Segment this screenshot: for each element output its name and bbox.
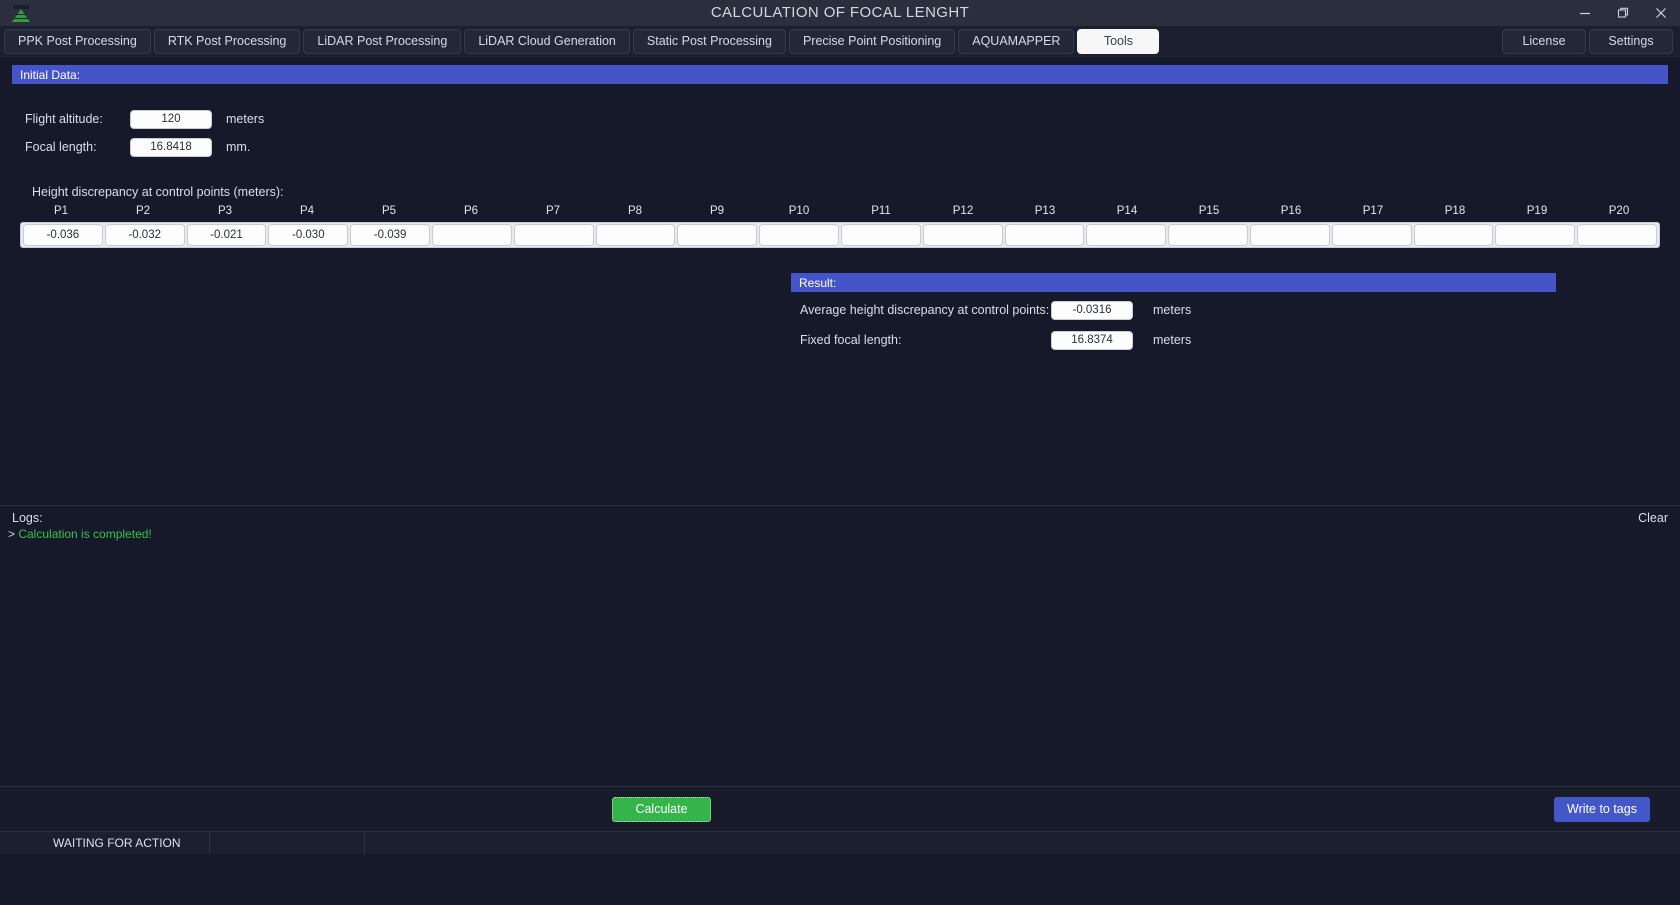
- control-point-input[interactable]: [1249, 224, 1330, 246]
- write-to-tags-button[interactable]: Write to tags: [1554, 796, 1650, 822]
- control-point-input[interactable]: [104, 224, 185, 246]
- control-point-header: P1: [53, 205, 69, 217]
- flight-altitude-label: Flight altitude:: [25, 112, 103, 126]
- logs-list: > Calculation is completed!: [0, 525, 1680, 541]
- drone-logo-icon: [10, 3, 32, 23]
- result-header: Result:: [791, 273, 1556, 292]
- tab-lidar-post-processing[interactable]: LiDAR Post Processing: [303, 28, 462, 54]
- control-point-input[interactable]: [677, 224, 758, 246]
- log-entry-message: Calculation is completed!: [18, 527, 152, 541]
- control-point-input[interactable]: [922, 224, 1003, 246]
- average-discrepancy-output[interactable]: [1051, 300, 1133, 320]
- tab-aquamapper[interactable]: AQUAMAPPER: [958, 28, 1075, 54]
- control-point-input[interactable]: [1086, 224, 1167, 246]
- flight-altitude-input[interactable]: [130, 109, 212, 129]
- control-point-header: P10: [788, 205, 810, 217]
- control-point-input[interactable]: [1577, 224, 1657, 246]
- fixed-focal-length-row: Fixed focal length: meters: [791, 328, 1556, 352]
- window-controls: [1566, 0, 1680, 26]
- control-point-input[interactable]: [268, 224, 349, 246]
- control-point-input[interactable]: [1495, 224, 1576, 246]
- control-point-header: P6: [463, 205, 479, 217]
- control-points-caption: Height discrepancy at control points (me…: [32, 185, 284, 199]
- control-point-header: P9: [709, 205, 725, 217]
- control-point-header: P15: [1198, 205, 1220, 217]
- focal-length-input[interactable]: [130, 137, 212, 157]
- average-discrepancy-unit: meters: [1153, 303, 1192, 317]
- initial-data-header: Initial Data:: [12, 65, 1668, 84]
- control-point-header: P14: [1116, 205, 1138, 217]
- control-point-header: P11: [871, 205, 891, 217]
- title-bar: CALCULATION OF FOCAL LENGHT: [0, 0, 1680, 26]
- logs-panel: Logs: Clear > Calculation is completed!: [0, 505, 1680, 786]
- control-point-input[interactable]: [595, 224, 676, 246]
- minimize-icon[interactable]: [1566, 0, 1604, 26]
- average-discrepancy-row: Average height discrepancy at control po…: [791, 298, 1556, 322]
- control-point-header: P7: [545, 205, 561, 217]
- status-text: WAITING FOR ACTION: [0, 831, 210, 855]
- control-point-header: P18: [1444, 205, 1466, 217]
- control-point-input[interactable]: [1004, 224, 1085, 246]
- tab-tools[interactable]: Tools: [1077, 28, 1160, 54]
- control-point-header: P13: [1034, 205, 1056, 217]
- control-point-input[interactable]: [840, 224, 921, 246]
- focal-length-row: Focal length: mm.: [0, 135, 1680, 159]
- control-point-input[interactable]: [1331, 224, 1412, 246]
- close-icon[interactable]: [1642, 0, 1680, 26]
- control-point-header: P16: [1280, 205, 1302, 217]
- tab-bar-right-group: License Settings: [1502, 28, 1676, 54]
- control-point-header: P17: [1362, 205, 1384, 217]
- control-point-header: P12: [952, 205, 974, 217]
- average-discrepancy-label: Average height discrepancy at control po…: [800, 303, 1050, 317]
- flight-altitude-row: Flight altitude: meters: [0, 107, 1680, 131]
- result-block: Result: Average height discrepancy at co…: [791, 273, 1556, 352]
- logs-toolbar: Logs: Clear: [0, 506, 1680, 525]
- tab-ppk-post-processing[interactable]: PPK Post Processing: [4, 28, 151, 54]
- window-title: CALCULATION OF FOCAL LENGHT: [710, 4, 970, 21]
- calculate-button[interactable]: Calculate: [612, 796, 711, 822]
- tab-bar: PPK Post Processing RTK Post Processing …: [0, 26, 1680, 57]
- control-point-input[interactable]: [186, 224, 267, 246]
- control-point-input[interactable]: [23, 224, 103, 246]
- logs-clear-button[interactable]: Clear: [1638, 511, 1668, 525]
- control-point-input[interactable]: [1168, 224, 1248, 246]
- tab-rtk-post-processing[interactable]: RTK Post Processing: [153, 28, 301, 54]
- status-secondary: [210, 831, 365, 855]
- logs-title: Logs:: [12, 511, 43, 525]
- status-bar: WAITING FOR ACTION: [0, 831, 1680, 855]
- control-point-input[interactable]: [431, 224, 512, 246]
- tab-precise-point-positioning[interactable]: Precise Point Positioning: [788, 28, 956, 54]
- settings-button[interactable]: Settings: [1589, 28, 1673, 54]
- main-content: Initial Data: Flight altitude: meters Fo…: [0, 65, 1680, 505]
- control-point-input[interactable]: [1413, 224, 1494, 246]
- control-points-input-row: [20, 222, 1660, 248]
- log-entry-prefix: >: [8, 527, 19, 541]
- control-point-header: P8: [627, 205, 643, 217]
- focal-length-label: Focal length:: [25, 140, 97, 154]
- fixed-focal-length-output[interactable]: [1051, 330, 1133, 350]
- tab-static-post-processing[interactable]: Static Post Processing: [632, 28, 786, 54]
- log-entry: > Calculation is completed!: [0, 525, 1680, 541]
- control-point-header: P4: [299, 205, 315, 217]
- license-button[interactable]: License: [1502, 28, 1586, 54]
- fixed-focal-length-label: Fixed focal length:: [800, 333, 902, 347]
- control-point-header: P19: [1526, 205, 1548, 217]
- control-point-input[interactable]: [350, 224, 430, 246]
- control-point-header: P20: [1608, 205, 1630, 217]
- control-points-header-row: P1 P2 P3 P4 P5 P6 P7 P8 P9 P10 P11 P12 P13 P14 P15 P16 P…: [20, 205, 1660, 222]
- control-point-input[interactable]: [513, 224, 594, 246]
- tab-lidar-cloud-generation[interactable]: LiDAR Cloud Generation: [464, 28, 630, 54]
- maximize-icon[interactable]: [1604, 0, 1642, 26]
- control-points-table: P1 P2 P3 P4 P5 P6 P7 P8 P9 P10 P11 P12 P13 P14 P15 P16 P…: [20, 205, 1660, 248]
- control-point-header: P2: [135, 205, 151, 217]
- control-point-header: P3: [217, 205, 233, 217]
- fixed-focal-length-unit: meters: [1153, 333, 1192, 347]
- control-point-header: P5: [381, 205, 397, 217]
- footer-bar: Calculate Write to tags: [0, 786, 1680, 831]
- flight-altitude-unit: meters: [226, 112, 265, 126]
- focal-length-unit: mm.: [226, 140, 251, 154]
- control-point-input[interactable]: [759, 224, 839, 246]
